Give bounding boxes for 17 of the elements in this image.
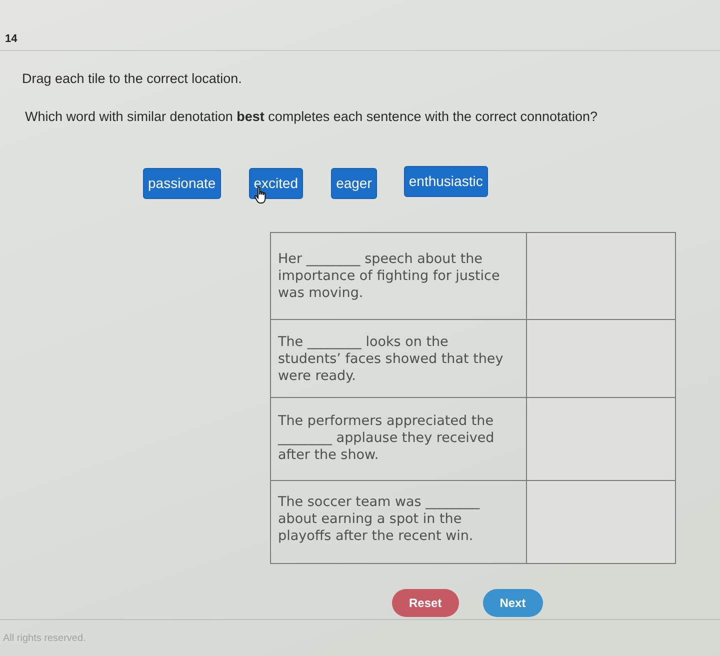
sentence-cell: The performers appreciated the ________ applause they received after the show.	[270, 398, 526, 480]
word-tile[interactable]: eager	[331, 168, 377, 199]
footer-text: All rights reserved.	[3, 633, 86, 644]
sentence-cell: Her ________ speech about the importance of fighting for justice was moving.	[270, 232, 526, 320]
drop-zone[interactable]	[526, 320, 676, 398]
reset-button[interactable]: Reset	[392, 589, 459, 617]
drop-zone[interactable]	[526, 480, 676, 564]
sentence-cell: The soccer team was ________ about earning a spot in the playoffs after the recent win.	[270, 480, 526, 564]
word-tile[interactable]: enthusiastic	[404, 166, 488, 197]
word-tile[interactable]: passionate	[143, 168, 221, 199]
next-button[interactable]: Next	[482, 589, 543, 617]
question-number: 14	[5, 33, 18, 45]
drop-zone[interactable]	[526, 398, 676, 480]
drop-zone[interactable]	[526, 232, 676, 320]
sentence-cell: The ________ looks on the students’ faces showed that they were ready.	[270, 320, 526, 398]
question-text: Which word with similar denotation best completes each sentence with the correct connotation?	[25, 109, 599, 125]
instruction-text: Drag each tile to the correct location.	[22, 71, 243, 87]
